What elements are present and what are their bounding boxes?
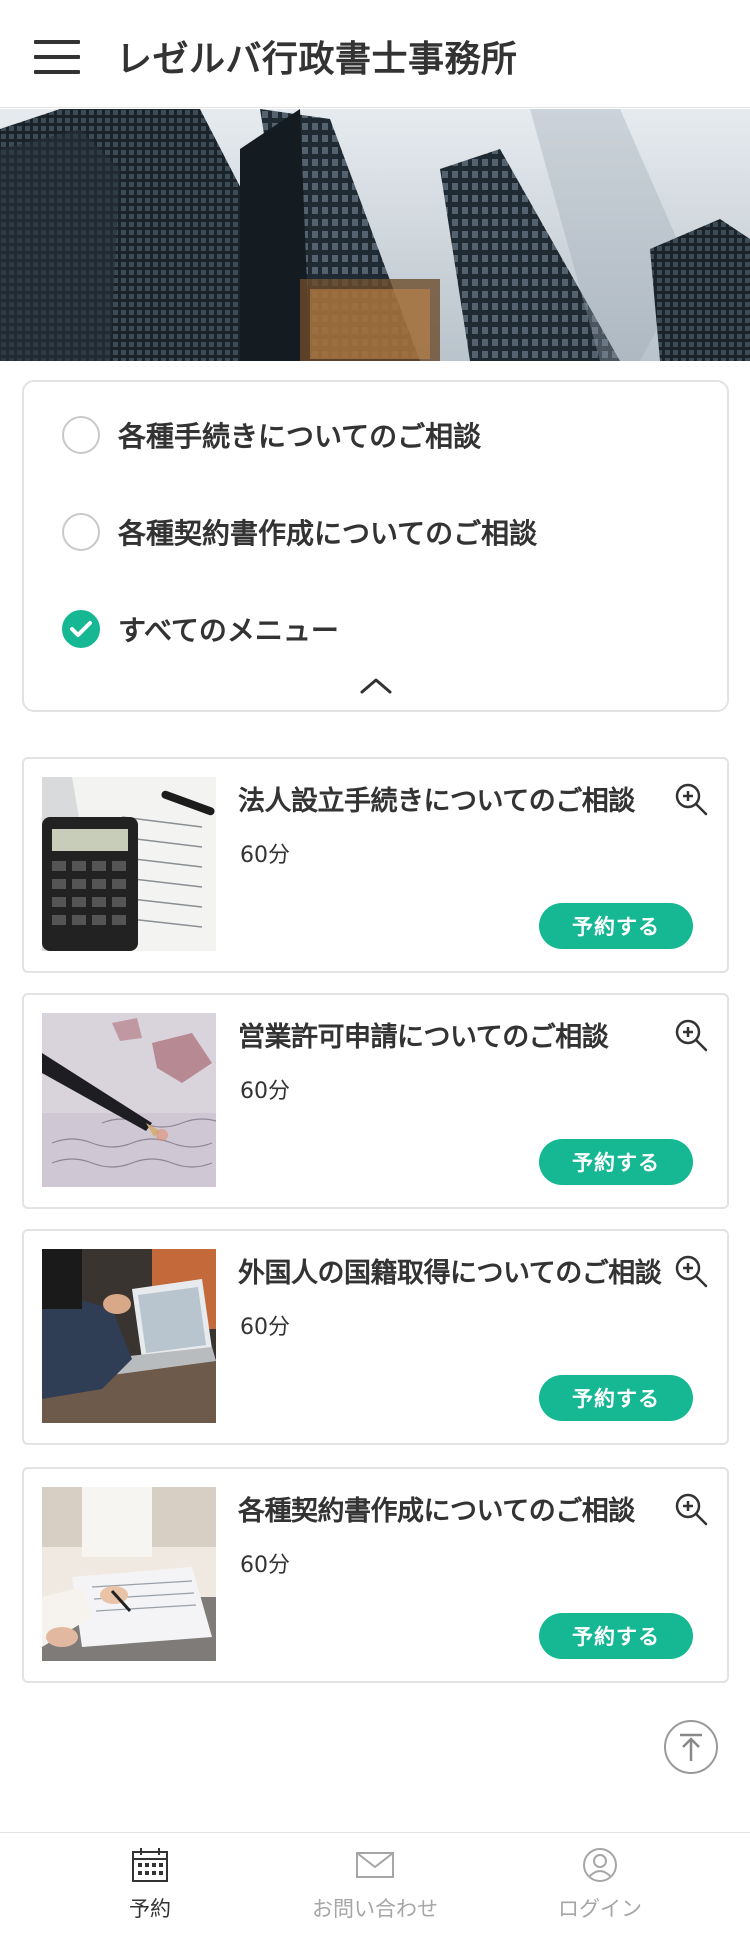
filter-option-label: 各種契約書作成についてのご相談 [118, 517, 538, 550]
menu-thumbnail[interactable] [42, 1249, 216, 1423]
site-title[interactable]: レゼルバ行政書士事務所 [116, 30, 518, 82]
menu-icon[interactable] [34, 40, 80, 74]
radio-unchecked-icon[interactable] [62, 416, 100, 454]
menu-duration: 60分 [240, 843, 290, 868]
menu-duration: 60分 [240, 1315, 290, 1340]
menu-card[interactable]: 営業許可申請についてのご相談 60分 予約する [22, 993, 729, 1209]
calendar-icon [132, 1848, 168, 1882]
radio-unchecked-icon[interactable] [62, 513, 100, 551]
nav-item-contact[interactable]: お問い合わせ [250, 1833, 500, 1940]
menu-duration: 60分 [240, 1079, 290, 1104]
back-to-top-button[interactable] [664, 1720, 718, 1774]
zoom-in-icon[interactable] [673, 1017, 709, 1053]
menu-card[interactable]: 各種契約書作成についてのご相談 60分 予約する [22, 1467, 729, 1683]
zoom-in-icon[interactable] [673, 1253, 709, 1289]
user-icon [583, 1848, 617, 1882]
menu-duration: 60分 [240, 1553, 290, 1578]
nav-label: ログイン [558, 1897, 642, 1921]
menu-card[interactable]: 外国人の国籍取得についてのご相談 60分 予約する [22, 1229, 729, 1445]
menu-title[interactable]: 各種契約書作成についてのご相談 [238, 1489, 635, 1528]
filter-option-label: 各種手続きについてのご相談 [118, 420, 482, 453]
nav-label: 予約 [129, 1897, 171, 1921]
reserve-button[interactable]: 予約する [539, 1613, 693, 1659]
filter-option-all[interactable]: すべてのメニュー [62, 608, 339, 650]
filter-option-contracts[interactable]: 各種契約書作成についてのご相談 [62, 511, 537, 553]
radio-checked-icon[interactable] [62, 610, 100, 648]
filter-option-label: すべてのメニュー [118, 614, 339, 647]
zoom-in-icon[interactable] [673, 781, 709, 817]
reserve-button[interactable]: 予約する [539, 1139, 693, 1185]
menu-card[interactable]: 法人設立手続きについてのご相談 60分 予約する [22, 757, 729, 973]
menu-title[interactable]: 法人設立手続きについてのご相談 [238, 779, 635, 818]
chevron-up-icon[interactable] [354, 672, 398, 698]
zoom-in-icon[interactable] [673, 1491, 709, 1527]
nav-item-reserve[interactable]: 予約 [25, 1833, 275, 1940]
reserve-button[interactable]: 予約する [539, 903, 693, 949]
app-header: レゼルバ行政書士事務所 [0, 0, 750, 108]
mail-icon [356, 1852, 394, 1878]
nav-item-login[interactable]: ログイン [475, 1833, 725, 1940]
arrow-up-icon [680, 1733, 702, 1761]
bottom-navigation: 予約 お問い合わせ ログイン [0, 1832, 750, 1940]
filter-option-procedures[interactable]: 各種手続きについてのご相談 [62, 414, 481, 456]
reserve-button[interactable]: 予約する [539, 1375, 693, 1421]
menu-title[interactable]: 外国人の国籍取得についてのご相談 [238, 1251, 662, 1290]
menu-thumbnail[interactable] [42, 777, 216, 951]
menu-title[interactable]: 営業許可申請についてのご相談 [238, 1015, 609, 1054]
menu-thumbnail[interactable] [42, 1013, 216, 1187]
nav-label: お問い合わせ [312, 1897, 438, 1921]
menu-thumbnail[interactable] [42, 1487, 216, 1661]
hero-image [0, 109, 750, 361]
category-filter: 各種手続きについてのご相談 各種契約書作成についてのご相談 すべてのメニュー [22, 380, 729, 712]
